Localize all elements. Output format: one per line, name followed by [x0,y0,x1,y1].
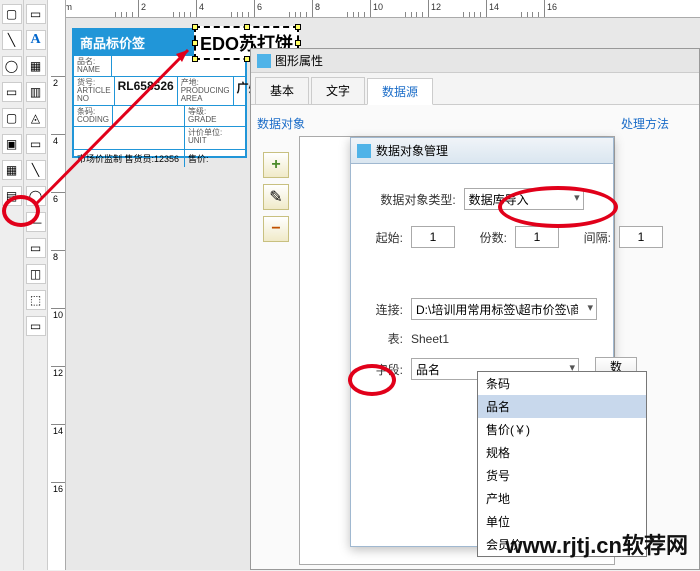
tool-generic[interactable]: ▢ [2,4,22,24]
dropdown-option[interactable]: 规格 [478,441,646,464]
type-select[interactable] [464,188,584,210]
panel-tabs: 基本 文字 数据源 [251,73,699,105]
ruler-horizontal: cm 246810121416 [48,0,700,18]
tool-generic[interactable]: ▭ [26,316,46,336]
toolbar-left-2: ▭ A ▦ ▥ ◬ ▭ ╲ ◯ — ▭ ◫ ⬚ ▭ [24,0,48,570]
toolbar-left-1: ▢ ╲ ◯ ▭ ▢ ▣ ▦ ▤ [0,0,24,570]
resize-handle[interactable] [244,56,250,62]
lbl-type: 数据对象类型: [380,191,455,208]
tool-generic[interactable]: ▭ [2,82,22,102]
tool-generic[interactable]: ▦ [26,56,46,76]
tool-generic[interactable]: ▭ [26,134,46,154]
add-button[interactable]: + [263,152,289,178]
canvas[interactable]: 商品标价签 品名:NAME 货号:ARTICLE NO RL658526 产地:… [66,18,700,570]
tool-generic[interactable]: ▭ [26,238,46,258]
tab-text[interactable]: 文字 [311,77,365,104]
tool-generic[interactable]: ▤ [2,186,22,206]
tool-generic[interactable]: ▣ [2,134,22,154]
tool-generic[interactable]: ◯ [2,56,22,76]
tool-generic[interactable]: ╲ [26,160,46,180]
dialog-titlebar[interactable]: 数据对象管理 [351,138,613,164]
tool-generic[interactable]: — [26,212,46,232]
properties-panel: 图形属性 基本 文字 数据源 数据对象 + ✎ − [250,48,700,570]
tool-generic[interactable]: ▥ [26,82,46,102]
resize-handle[interactable] [295,24,301,30]
tab-basic[interactable]: 基本 [255,77,309,104]
remove-button[interactable]: − [263,216,289,242]
tab-datasource[interactable]: 数据源 [367,78,433,105]
artno-value: RL658526 [115,77,178,105]
dropdown-option[interactable]: 产地 [478,487,646,510]
ruler-vertical: 246810121416 [48,0,66,570]
tool-generic[interactable]: ◯ [26,186,46,206]
tool-text[interactable]: A [26,30,46,50]
tool-generic[interactable]: ╲ [2,30,22,50]
panel-icon [257,54,271,68]
dataobj-box: 数据对象管理 数据对象类型: 起始: [299,136,615,565]
tool-generic[interactable]: ▢ [2,108,22,128]
dropdown-option[interactable]: 条码 [478,372,646,395]
dropdown-option[interactable]: 品名 [478,395,646,418]
resize-handle[interactable] [192,24,198,30]
count-input[interactable] [515,226,559,248]
dialog-icon [357,144,371,158]
dropdown-option[interactable]: 售价(￥) [478,418,646,441]
tool-generic[interactable]: ◬ [26,108,46,128]
obj-buttons: + ✎ − [257,136,295,565]
dataobj-dialog: 数据对象管理 数据对象类型: 起始: [350,137,614,547]
edit-button[interactable]: ✎ [263,184,289,210]
panel-titlebar: 图形属性 [251,49,699,73]
table-value: Sheet1 [411,332,449,346]
tool-generic[interactable]: ▦ [2,160,22,180]
gap-input[interactable] [619,226,663,248]
resize-handle[interactable] [244,24,250,30]
dropdown-option[interactable]: 货号 [478,464,646,487]
heading-method: 处理方法 [621,115,693,132]
resize-handle[interactable] [192,56,198,62]
conn-select[interactable] [411,298,597,320]
tool-generic[interactable]: ▭ [26,4,46,24]
resize-handle[interactable] [295,40,301,46]
watermark: www.rjtj.cn软荐网 [505,528,688,560]
heading-dataobj: 数据对象 [257,115,615,132]
start-input[interactable] [411,226,455,248]
tool-generic[interactable]: ◫ [26,264,46,284]
resize-handle[interactable] [192,40,198,46]
tool-generic[interactable]: ⬚ [26,290,46,310]
